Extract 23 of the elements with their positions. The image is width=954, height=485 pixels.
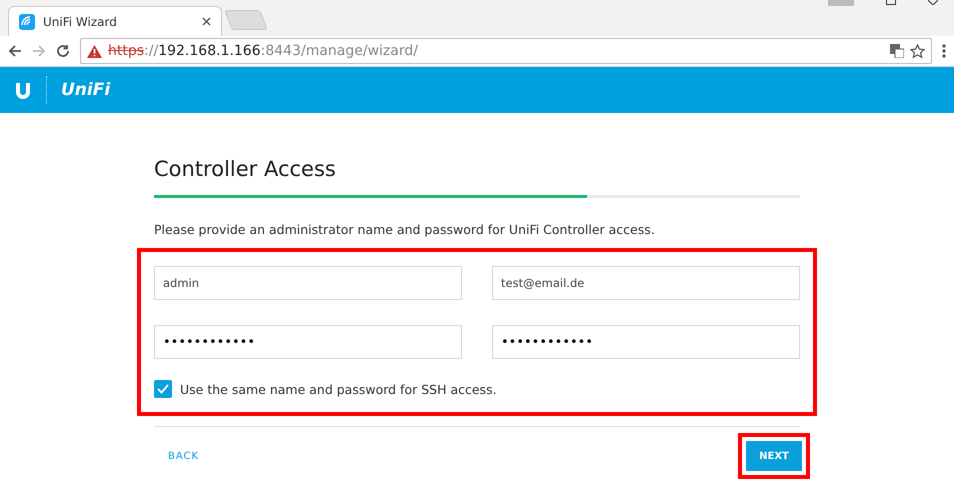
- input-field[interactable]: admin: [154, 266, 462, 300]
- wifi-icon: [19, 14, 35, 30]
- maximize-icon[interactable]: [886, 0, 896, 5]
- input-field[interactable]: ••••••••••••: [492, 325, 800, 359]
- checkbox[interactable]: [154, 380, 172, 398]
- back-arrow-icon[interactable]: [8, 44, 22, 58]
- translate-icon[interactable]: [890, 44, 904, 58]
- input-field[interactable]: ••••••••••••: [154, 325, 462, 359]
- menu-icon[interactable]: [942, 44, 946, 58]
- address-bar[interactable]: https://192.168.1.166:8443/manage/wizard/: [80, 38, 932, 64]
- logo-icon: [14, 80, 32, 100]
- close-icon[interactable]: [202, 17, 211, 26]
- input-field[interactable]: test@email.de: [492, 266, 800, 300]
- browser-tab[interactable]: UniFi Wizard: [8, 6, 222, 36]
- page-title: Controller Access: [154, 157, 337, 181]
- checkbox-label: Use the same name and password for SSH access.: [180, 382, 497, 396]
- star-icon[interactable]: [910, 44, 925, 58]
- close-window-icon[interactable]: [928, 0, 938, 5]
- reload-icon[interactable]: [56, 44, 70, 58]
- instruction-text: Please provide an administrator name and password for UniFi Controller access.: [154, 222, 656, 237]
- brand-name: UniFi: [46, 76, 110, 104]
- tab-title: UniFi Wizard: [43, 14, 118, 28]
- url-text: https://192.168.1.166:8443/manage/wizard/: [108, 43, 419, 59]
